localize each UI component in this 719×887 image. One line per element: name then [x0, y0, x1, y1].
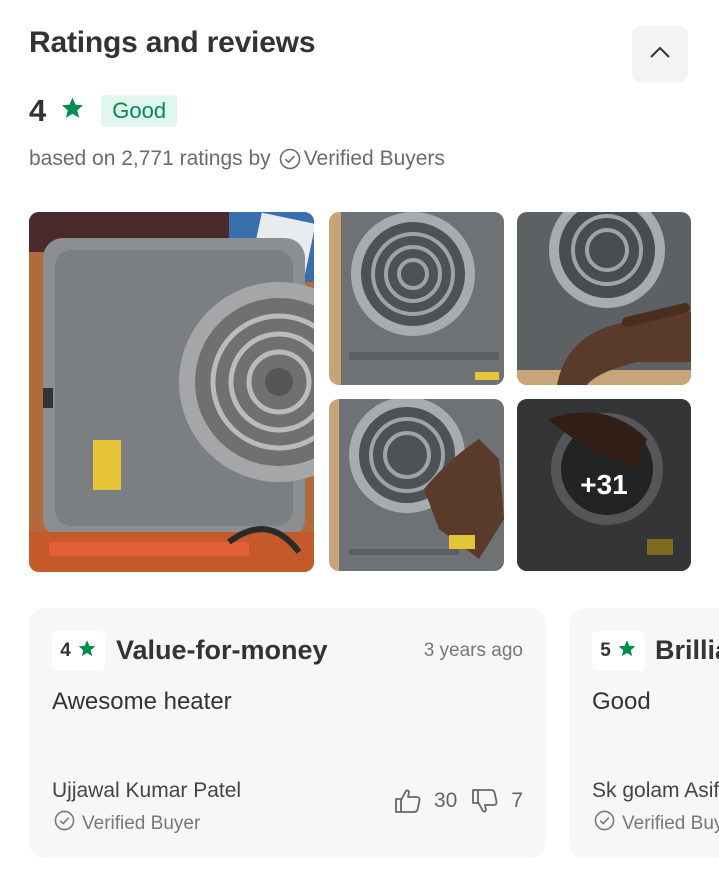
- verified-check-icon: [279, 148, 301, 170]
- review-photo-2[interactable]: [329, 212, 504, 385]
- reviewer-name: Ujjawal Kumar Patel: [52, 779, 242, 802]
- rating-summary: 4 Good: [29, 93, 178, 129]
- review-body: Good: [592, 688, 651, 715]
- thumbs-up-icon[interactable]: [394, 788, 422, 814]
- verified-buyer-label: Verified Buyer: [622, 812, 719, 834]
- review-card: 5 Brilliant Good Sk golam Asif Verified …: [569, 608, 719, 858]
- review-photo-more[interactable]: +31: [517, 399, 691, 571]
- review-body: Awesome heater: [52, 688, 232, 715]
- verified-buyer-label: Verified Buyer: [82, 812, 201, 834]
- review-photo-3[interactable]: [517, 212, 691, 385]
- review-score-chip: 4: [52, 631, 105, 671]
- verified-check-icon: [594, 810, 615, 837]
- review-score: 5: [600, 640, 611, 661]
- dislikes-count: 7: [511, 789, 523, 812]
- review-title: Value-for-money: [116, 635, 328, 665]
- more-photos-count: +31: [517, 399, 691, 571]
- review-title: Brilliant: [655, 635, 719, 665]
- ratings-header-title: Ratings and reviews: [29, 26, 316, 59]
- chevron-up-icon: [649, 45, 671, 64]
- star-icon: [77, 639, 97, 664]
- ratings-count-text: based on 2,771 ratings by: [29, 147, 271, 170]
- review-score-chip: 5: [592, 631, 645, 671]
- thumbs-down-icon[interactable]: [471, 788, 499, 814]
- verified-buyer: Verified Buyer: [54, 810, 200, 837]
- rating-label-badge: Good: [101, 95, 178, 127]
- verified-buyer: Verified Buyer: [594, 810, 719, 837]
- ratings-count-line: based on 2,771 ratings by Verified Buyer…: [29, 147, 445, 171]
- reviewer-name: Sk golam Asif: [592, 779, 719, 802]
- review-votes: 30 7: [394, 788, 523, 814]
- review-score: 4: [60, 640, 71, 661]
- collapse-button[interactable]: [632, 26, 688, 83]
- star-icon: [60, 96, 85, 125]
- verified-check-icon: [54, 810, 75, 837]
- star-icon: [617, 639, 637, 664]
- review-card: 4 Value-for-money 3 years ago Awesome he…: [29, 608, 546, 858]
- average-rating: 4: [29, 93, 47, 128]
- likes-count: 30: [433, 789, 458, 812]
- review-date: 3 years ago: [423, 640, 523, 661]
- review-photo-4[interactable]: [329, 399, 504, 571]
- verified-buyers-text: Verified Buyers: [303, 147, 445, 170]
- review-photo-large[interactable]: [29, 212, 314, 572]
